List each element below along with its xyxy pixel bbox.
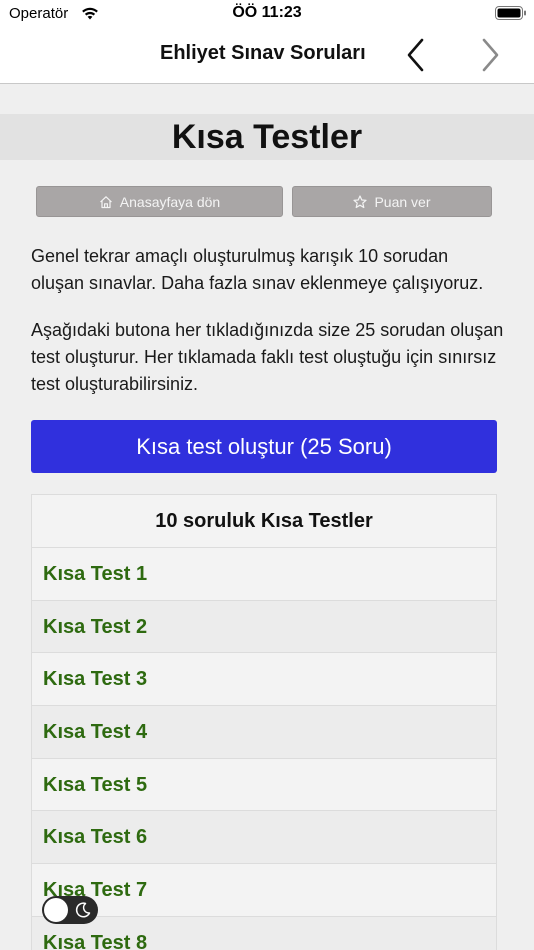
toggle-knob bbox=[44, 898, 68, 922]
home-button-label: Anasayfaya dön bbox=[119, 193, 221, 210]
list-item-test-7[interactable]: Kısa Test 7 bbox=[32, 864, 496, 917]
page-content: Kısa Testler Anasayfaya dön Puan ver Gen… bbox=[0, 85, 534, 950]
description-text: Genel tekrar amaçlı oluşturulmuş karışık… bbox=[31, 246, 484, 293]
chevron-right-icon[interactable] bbox=[478, 37, 502, 73]
star-icon bbox=[353, 194, 368, 208]
list-item-test-6[interactable]: Kısa Test 6 bbox=[32, 811, 496, 865]
list-header: 10 soruluk Kısa Testler bbox=[32, 495, 496, 548]
battery-icon bbox=[495, 6, 526, 20]
list-item-test-5[interactable]: Kısa Test 5 bbox=[32, 759, 496, 812]
home-button[interactable]: Anasayfaya dön bbox=[36, 186, 283, 217]
status-bar: Operatör ÖÖ 11:23 bbox=[0, 0, 534, 28]
page-title: Kısa Testler bbox=[171, 118, 363, 156]
list-item-test-2[interactable]: Kısa Test 2 bbox=[32, 600, 496, 654]
dark-mode-toggle[interactable] bbox=[42, 896, 98, 924]
create-test-button-label: Kısa test oluştur (25 Soru) bbox=[136, 433, 392, 459]
short-test-list: 10 soruluk Kısa Testler Kısa Test 1 Kısa… bbox=[31, 494, 497, 950]
moon-icon bbox=[75, 902, 91, 918]
chevron-left-icon[interactable] bbox=[404, 37, 428, 73]
home-icon bbox=[99, 195, 112, 208]
navigation-bar: Ehliyet Sınav Soruları bbox=[0, 28, 534, 84]
nav-title: Ehliyet Sınav Soruları bbox=[160, 42, 366, 64]
rate-button-label: Puan ver bbox=[374, 193, 431, 210]
list-item-test-3[interactable]: Kısa Test 3 bbox=[32, 653, 496, 707]
instruction-text: Aşağıdaki butona her tıkladığınızda size… bbox=[31, 320, 504, 394]
create-test-button[interactable]: Kısa test oluştur (25 Soru) bbox=[31, 420, 497, 473]
rate-button[interactable]: Puan ver bbox=[292, 186, 492, 217]
page-title-band: Kısa Testler bbox=[0, 114, 534, 160]
status-time: ÖÖ 11:23 bbox=[232, 4, 302, 21]
list-item-test-8[interactable]: Kısa Test 8 bbox=[32, 916, 496, 950]
list-item-test-1[interactable]: Kısa Test 1 bbox=[32, 548, 496, 601]
list-item-test-4[interactable]: Kısa Test 4 bbox=[32, 706, 496, 759]
